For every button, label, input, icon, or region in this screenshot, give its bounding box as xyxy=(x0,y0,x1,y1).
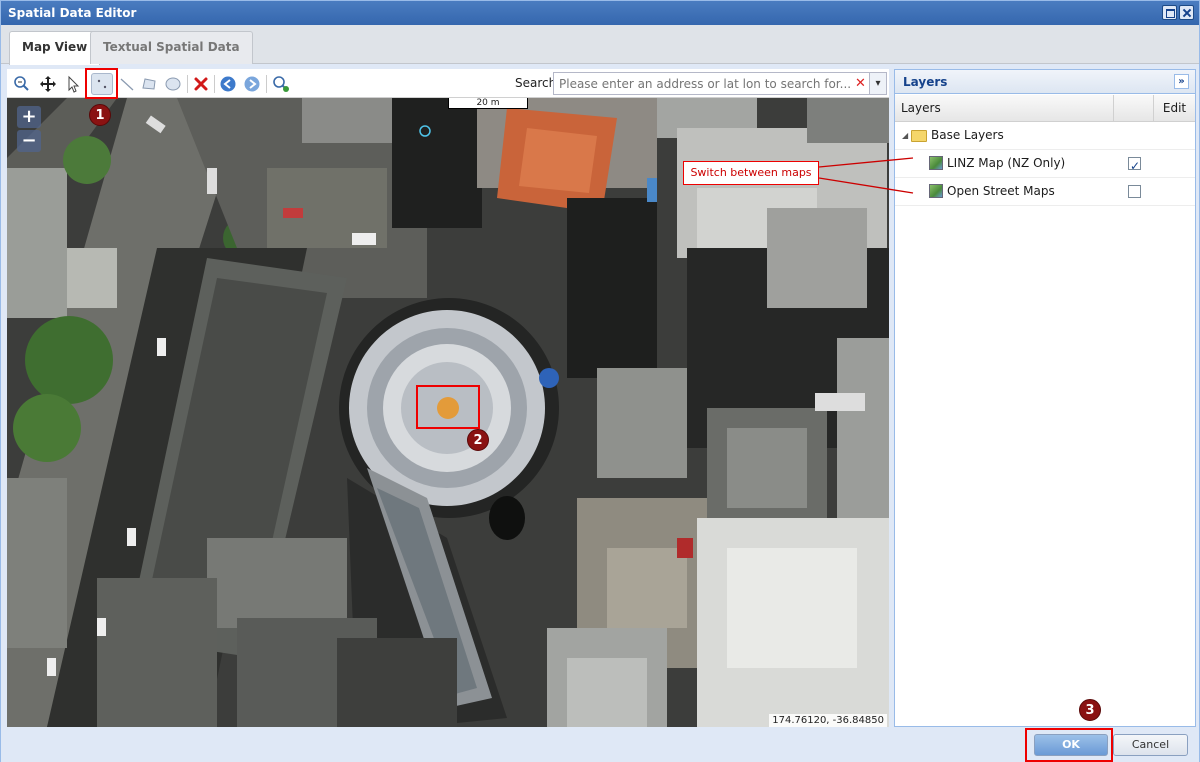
toolbar-separator xyxy=(214,75,215,93)
draw-line-icon[interactable] xyxy=(118,75,136,93)
layer-group-label: Base Layers xyxy=(931,128,1004,142)
zoom-control: + − xyxy=(17,106,43,154)
layer-row-open-street-maps[interactable]: Open Street Maps xyxy=(895,178,1195,206)
step-2-callout: 2 xyxy=(467,429,489,451)
toolbar-separator xyxy=(266,75,267,93)
tree-expand-icon[interactable]: ◢ xyxy=(902,122,908,149)
folder-icon xyxy=(911,130,927,142)
map-layer-icon xyxy=(929,156,943,170)
map-toolbar: Search ✕ ▾ xyxy=(7,69,889,98)
collapse-panel-icon[interactable]: » xyxy=(1174,74,1189,89)
cancel-button[interactable]: Cancel xyxy=(1113,734,1188,756)
zoom-in-button[interactable]: + xyxy=(17,106,41,128)
draw-circle-icon[interactable] xyxy=(164,75,182,93)
highlight-map-point xyxy=(416,385,480,429)
close-icon[interactable] xyxy=(1179,5,1194,20)
layer-row-linz-map[interactable]: LINZ Map (NZ Only) xyxy=(895,150,1195,180)
mouse-coordinates: 174.76120, -36.84850 xyxy=(769,714,887,727)
maximize-icon[interactable] xyxy=(1162,5,1177,20)
pan-icon[interactable] xyxy=(39,75,57,93)
spatial-data-editor-window: Spatial Data Editor Map View Textual Spa… xyxy=(0,0,1200,762)
map-layer-icon xyxy=(929,184,943,198)
layer-visibility-checkbox[interactable] xyxy=(1128,153,1141,180)
search-combobox: ✕ ▾ xyxy=(553,72,887,95)
back-icon[interactable] xyxy=(219,75,237,93)
step-1-callout: 1 xyxy=(89,104,111,126)
zoom-extent-icon[interactable] xyxy=(12,75,30,93)
column-header-layers[interactable]: Layers xyxy=(901,101,941,115)
clear-search-icon[interactable]: ✕ xyxy=(852,73,869,94)
layers-panel: Layers » Layers Edit ◢ Base Layers LINZ … xyxy=(894,69,1196,727)
layers-panel-header: Layers » xyxy=(895,70,1195,94)
tab-strip: Map View Textual Spatial Data xyxy=(1,25,1199,65)
step-3-callout: 3 xyxy=(1079,699,1101,721)
switch-maps-annotation: Switch between maps xyxy=(683,161,819,185)
highlight-draw-point-tool xyxy=(85,68,118,99)
dialog-footer: OK Cancel xyxy=(1,728,1199,762)
layers-panel-title: Layers xyxy=(903,75,948,89)
toolbar-separator xyxy=(187,75,188,93)
draw-polygon-icon[interactable] xyxy=(140,75,158,93)
title-bar: Spatial Data Editor xyxy=(1,1,1199,25)
layer-group-base-layers[interactable]: ◢ Base Layers xyxy=(895,122,1195,150)
delete-icon[interactable] xyxy=(192,75,210,93)
chevron-down-icon[interactable]: ▾ xyxy=(869,73,886,94)
layers-grid-header: Layers Edit xyxy=(895,95,1195,122)
scale-bar: 20 m xyxy=(448,98,528,109)
layer-visibility-checkbox[interactable] xyxy=(1128,185,1141,198)
tab-textual-spatial-data[interactable]: Textual Spatial Data xyxy=(90,31,253,64)
tab-map-view[interactable]: Map View xyxy=(9,31,101,65)
forward-icon[interactable] xyxy=(243,75,261,93)
window-title: Spatial Data Editor xyxy=(8,6,137,20)
layer-label: LINZ Map (NZ Only) xyxy=(947,156,1066,170)
select-pointer-icon[interactable] xyxy=(64,75,82,93)
column-header-visible[interactable] xyxy=(1113,95,1153,122)
search-label: Search xyxy=(515,76,557,90)
highlight-ok-button xyxy=(1025,728,1113,762)
zoom-search-icon[interactable] xyxy=(272,75,290,93)
zoom-out-button[interactable]: − xyxy=(17,130,41,152)
search-input[interactable] xyxy=(554,73,850,94)
column-header-edit[interactable]: Edit xyxy=(1153,95,1195,122)
layer-label: Open Street Maps xyxy=(947,184,1055,198)
